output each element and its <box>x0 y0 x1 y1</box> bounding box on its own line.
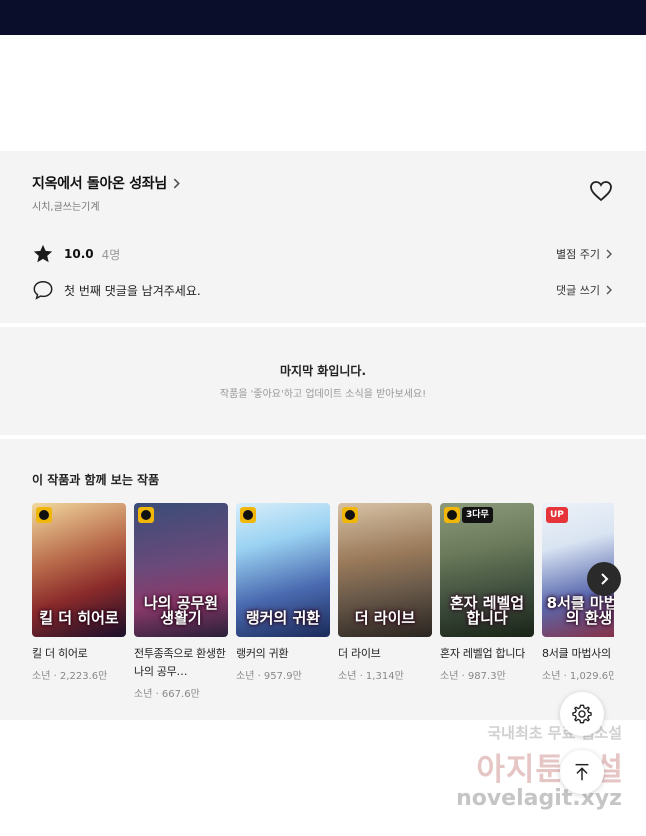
last-episode-subtitle: 작품을 '좋아요'하고 업데이트 소식을 받아보세요! <box>219 389 427 400</box>
card-title: 전투종족으로 환생한 나의 공무… <box>134 647 226 678</box>
comment-prompt: 첫 번째 댓글을 남겨주세요. <box>64 283 201 298</box>
recommendation-card[interactable]: 킬 더 히어로 킬 더 히어로 소년 · 2,223.6만 <box>32 503 126 682</box>
settings-button[interactable] <box>560 692 604 736</box>
rate-button-label: 별점 주기 <box>556 248 600 261</box>
work-authors: 시치,글쓰는기계 <box>32 202 100 213</box>
cover-title: 8서클 마법사의 환생 <box>546 593 614 628</box>
cover-title: 랭커의 귀환 <box>245 609 321 628</box>
cover-image: 나의 공무원 생활기 <box>134 503 228 637</box>
cover-image: 더 라이브 <box>338 503 432 637</box>
rating-score: 10.0 <box>64 247 94 261</box>
card-meta: 소년 · 667.6만 <box>134 689 200 700</box>
clock-badge-icon <box>342 507 358 523</box>
cover-image: 킬 더 히어로 <box>32 503 126 637</box>
free-days-badge: 3다무 <box>462 507 493 523</box>
last-episode-title: 마지막 화입니다. <box>279 364 367 378</box>
recommendation-card[interactable]: 나의 공무원 생활기 전투종족으로 환생한 나의 공무… 소년 · 667.6만 <box>134 503 228 700</box>
rating-count: 4명 <box>101 247 121 262</box>
chevron-right-icon <box>606 285 612 295</box>
star-icon <box>33 244 53 263</box>
card-title: 8서클 마법사의 환생 <box>542 647 614 660</box>
work-title-link[interactable]: 지옥에서 돌아온 성좌님 <box>32 173 182 193</box>
speech-bubble-icon <box>33 281 53 300</box>
write-comment-button[interactable]: 댓글 쓰기 <box>556 282 614 298</box>
chevron-right-icon <box>606 249 612 259</box>
up-badge: UP <box>546 507 568 523</box>
card-meta: 소년 · 1,314만 <box>338 671 404 682</box>
recommendations-panel: 이 작품과 함께 보는 작품 킬 더 히어로 킬 더 히어로 소년 · 2,22… <box>0 439 646 720</box>
card-title: 더 라이브 <box>338 647 381 660</box>
card-meta: 소년 · 957.9만 <box>236 671 302 682</box>
cover-image: 랭커의 귀환 <box>236 503 330 637</box>
top-bar <box>0 0 646 35</box>
recommendation-card[interactable]: 랭커의 귀환 랭커의 귀환 소년 · 957.9만 <box>236 503 330 682</box>
gear-icon <box>572 704 592 724</box>
clock-badge-icon <box>36 507 52 523</box>
card-meta: 소년 · 1,029.6만 <box>542 671 614 682</box>
clock-badge-icon <box>444 507 460 523</box>
card-meta: 소년 · 987.3만 <box>440 671 506 682</box>
heart-icon[interactable] <box>589 180 613 202</box>
recommendation-card[interactable]: 3다무 혼자 레벨업 합니다 혼자 레벨업 합니다 소년 · 987.3만 <box>440 503 534 682</box>
rating-row: 10.0 4명 별점 주기 <box>32 242 614 266</box>
watermark: 국내최초 무료 웹소설 아지툰소설 novelagit.xyz <box>444 720 644 830</box>
write-comment-label: 댓글 쓰기 <box>556 284 600 297</box>
cover-title: 혼자 레벨업 합니다 <box>449 593 525 628</box>
rate-button[interactable]: 별점 주기 <box>556 246 614 262</box>
work-title: 지옥에서 돌아온 성좌님 <box>32 176 167 192</box>
recommendation-carousel: 킬 더 히어로 킬 더 히어로 소년 · 2,223.6만 나의 공무원 생활기… <box>32 503 614 713</box>
card-title: 혼자 레벨업 합니다 <box>440 647 525 660</box>
cover-title: 킬 더 히어로 <box>39 609 119 628</box>
card-title: 랭커의 귀환 <box>236 647 289 660</box>
card-meta: 소년 · 2,223.6만 <box>32 671 108 682</box>
cover-title: 나의 공무원 생활기 <box>143 593 219 628</box>
last-episode-panel: 마지막 화입니다. 작품을 '좋아요'하고 업데이트 소식을 받아보세요! <box>0 327 646 435</box>
cover-title: 더 라이브 <box>354 609 416 628</box>
card-title: 킬 더 히어로 <box>32 647 88 660</box>
watermark-line3: novelagit.xyz <box>456 786 622 811</box>
comment-row: 첫 번째 댓글을 남겨주세요. 댓글 쓰기 <box>32 278 614 302</box>
carousel-next-button[interactable] <box>587 562 621 596</box>
recommendation-card[interactable]: 더 라이브 더 라이브 소년 · 1,314만 <box>338 503 432 682</box>
clock-badge-icon <box>240 507 256 523</box>
chevron-right-icon <box>601 573 609 585</box>
scroll-top-button[interactable] <box>560 750 604 794</box>
recommendations-heading: 이 작품과 함께 보는 작품 <box>32 473 160 487</box>
watermark-line1: 국내최초 무료 웹소설 <box>487 724 622 742</box>
cover-image: 3다무 혼자 레벨업 합니다 <box>440 503 534 637</box>
chevron-right-icon <box>173 178 180 188</box>
work-info-panel: 지옥에서 돌아온 성좌님 시치,글쓰는기계 10.0 4명 별점 주기 첫 번째… <box>0 151 646 323</box>
arrow-up-icon <box>575 763 589 781</box>
clock-badge-icon <box>138 507 154 523</box>
